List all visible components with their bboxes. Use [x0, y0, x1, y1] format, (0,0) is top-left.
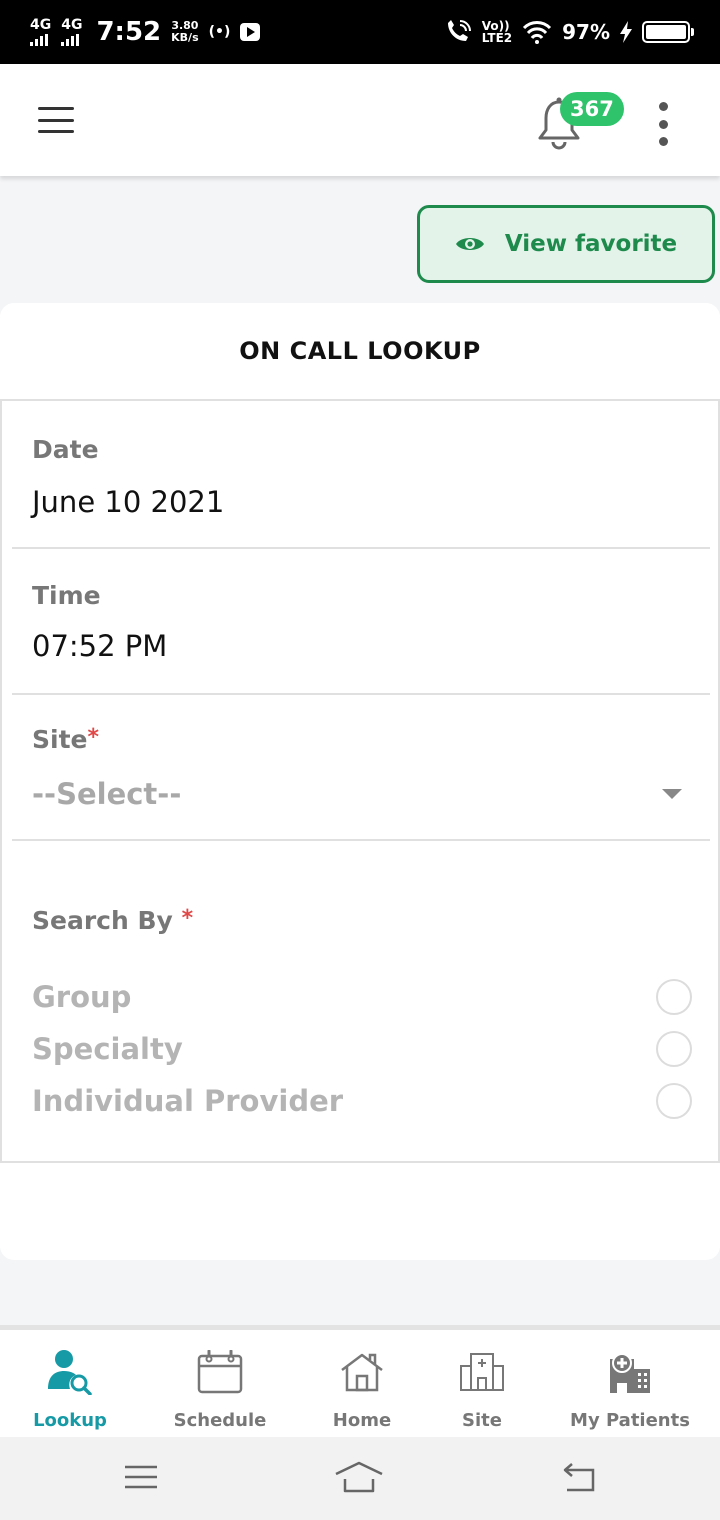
- signal-1: 4G: [30, 18, 51, 46]
- youtube-icon: [240, 23, 261, 41]
- site-label-text: Site: [32, 725, 88, 754]
- hospital-icon: [610, 1353, 650, 1393]
- nav-label: Home: [332, 1410, 392, 1431]
- network-type-1: 4G: [30, 17, 52, 33]
- nav-site[interactable]: Site: [452, 1330, 512, 1438]
- radio-button[interactable]: [656, 1083, 692, 1119]
- eye-icon: [455, 238, 484, 250]
- required-marker: *: [181, 906, 194, 931]
- back-icon: [563, 1463, 595, 1492]
- option-label: Individual Provider: [32, 1084, 344, 1118]
- nav-my-patients[interactable]: My Patients: [570, 1330, 690, 1438]
- bottom-navigation: Lookup Schedule Home Site My Patients: [0, 1325, 720, 1437]
- menu-icon[interactable]: [38, 107, 74, 133]
- card-title: ON CALL LOOKUP: [0, 303, 720, 401]
- wifi-icon: [523, 21, 552, 44]
- home-outline-icon: [335, 1461, 383, 1493]
- signal-bars-icon: [30, 34, 48, 46]
- network-type-2: 4G: [61, 17, 83, 33]
- home-icon: [341, 1353, 383, 1392]
- time-value: 07:52 PM: [32, 629, 168, 663]
- wifi-calling-icon: [447, 20, 471, 41]
- radio-option-group[interactable]: Group: [32, 975, 692, 1019]
- battery-icon: [642, 21, 694, 43]
- site-label: Site*: [32, 725, 99, 754]
- nav-lookup[interactable]: Lookup: [30, 1330, 110, 1438]
- system-navigation: [0, 1437, 720, 1520]
- nav-label: Site: [462, 1410, 502, 1431]
- notification-count-badge[interactable]: 367: [560, 92, 624, 126]
- search-by-label: Search By *: [32, 906, 193, 935]
- signal-2: 4G: [61, 18, 82, 46]
- radio-option-individual-provider[interactable]: Individual Provider: [32, 1079, 692, 1123]
- charging-icon: [620, 21, 632, 43]
- option-label: Specialty: [32, 1032, 183, 1066]
- recent-apps-icon: [125, 1465, 157, 1489]
- building-icon: [460, 1353, 504, 1391]
- radio-button[interactable]: [656, 979, 692, 1015]
- nav-schedule[interactable]: Schedule: [170, 1330, 270, 1438]
- network-speed: 3.80 KB/s: [171, 20, 198, 43]
- back-button[interactable]: [554, 1457, 604, 1497]
- status-bar: 4G 4G 7:52 3.80 KB/s (•) Vo)) LTE2 97%: [0, 0, 720, 64]
- radio-button[interactable]: [656, 1031, 692, 1067]
- site-select[interactable]: Site* --Select--: [12, 695, 710, 841]
- nav-label: Lookup: [33, 1410, 107, 1431]
- lookup-form: Date June 10 2021 Time 07:52 PM Site* --…: [0, 401, 720, 1163]
- date-value: June 10 2021: [32, 485, 225, 519]
- nav-home[interactable]: Home: [326, 1330, 398, 1438]
- radio-option-specialty[interactable]: Specialty: [32, 1027, 692, 1071]
- more-options-icon[interactable]: [652, 102, 674, 146]
- home-system-button[interactable]: [334, 1457, 384, 1497]
- required-marker: *: [87, 725, 99, 750]
- time-label: Time: [32, 581, 101, 610]
- on-call-lookup-card: ON CALL LOOKUP Date June 10 2021 Time 07…: [0, 303, 720, 1260]
- chevron-down-icon: [662, 789, 682, 799]
- view-favorite-button[interactable]: View favorite: [417, 205, 715, 283]
- date-field[interactable]: Date June 10 2021: [12, 401, 710, 549]
- view-favorite-label: View favorite: [504, 231, 678, 257]
- lookup-icon: [48, 1350, 92, 1395]
- lte-indicator: Vo)) LTE2: [482, 20, 512, 44]
- option-label: Group: [32, 980, 132, 1014]
- date-label: Date: [32, 435, 99, 464]
- site-placeholder: --Select--: [32, 777, 182, 811]
- battery-percent: 97%: [562, 20, 610, 44]
- signal-bars-icon: [61, 34, 80, 46]
- nav-label: My Patients: [570, 1410, 690, 1431]
- time-field[interactable]: Time 07:52 PM: [12, 549, 710, 695]
- recent-apps-button[interactable]: [116, 1457, 166, 1497]
- speed-unit: KB/s: [171, 31, 199, 44]
- clock: 7:52: [96, 17, 162, 47]
- app-header: 367: [0, 64, 720, 176]
- lte-label: LTE2: [481, 31, 513, 45]
- nav-label: Schedule: [173, 1410, 267, 1431]
- calendar-icon: [197, 1350, 243, 1394]
- hotspot-icon: (•): [208, 24, 231, 40]
- search-by-label-text: Search By: [32, 906, 173, 935]
